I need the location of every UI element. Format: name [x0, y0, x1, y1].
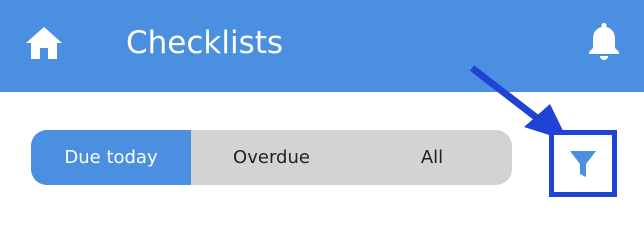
filter-icon — [570, 151, 596, 177]
bell-icon — [589, 23, 619, 60]
tab-overdue[interactable]: Overdue — [191, 130, 352, 185]
checklists-screen: Checklists Due today Overdue All — [0, 0, 644, 218]
tab-label: All — [420, 147, 444, 168]
tab-due-today[interactable]: Due today — [31, 130, 191, 185]
filter-button[interactable] — [565, 145, 601, 183]
tab-all[interactable]: All — [352, 130, 512, 185]
home-button[interactable] — [24, 25, 64, 61]
tab-label: Due today — [64, 147, 158, 168]
home-icon — [26, 27, 62, 59]
checklist-filter-tabs: Due today Overdue All — [31, 130, 512, 185]
notifications-button[interactable] — [586, 20, 622, 62]
app-header: Checklists — [0, 0, 644, 92]
page-title: Checklists — [126, 25, 284, 61]
tab-label: Overdue — [233, 147, 310, 168]
